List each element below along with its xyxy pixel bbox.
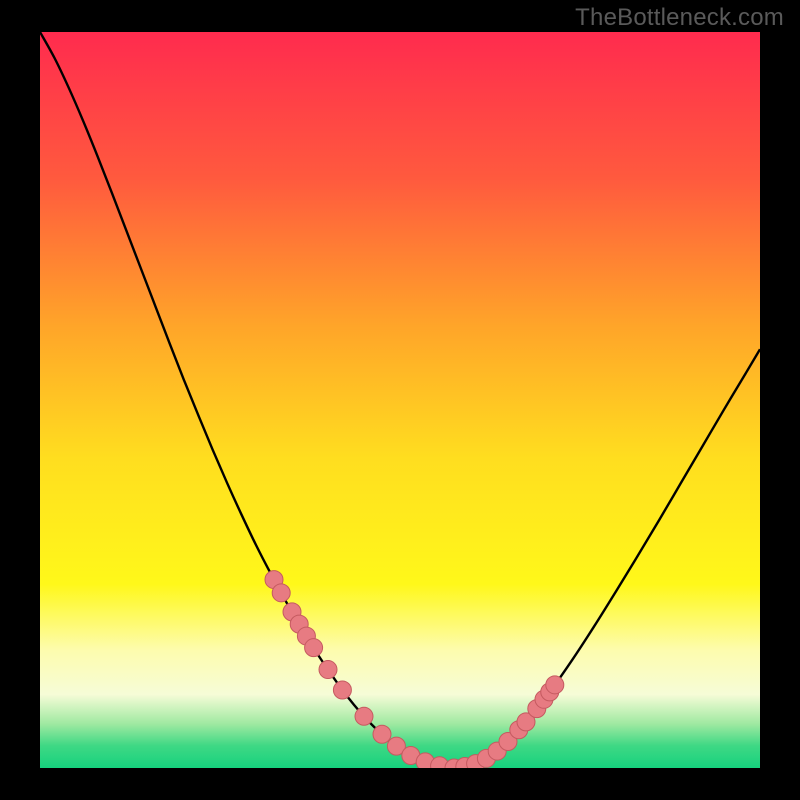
chart-frame: { "watermark": "TheBottleneck.com", "col… [0, 0, 800, 800]
sample-dot [319, 661, 337, 679]
sample-dot [333, 681, 351, 699]
sample-dot [546, 676, 564, 694]
sample-dot [355, 707, 373, 725]
bottleneck-chart [0, 0, 800, 800]
sample-dot [305, 639, 323, 657]
watermark-text: TheBottleneck.com [575, 4, 784, 32]
gradient-background [40, 32, 760, 768]
sample-dot [373, 725, 391, 743]
sample-dot [272, 584, 290, 602]
